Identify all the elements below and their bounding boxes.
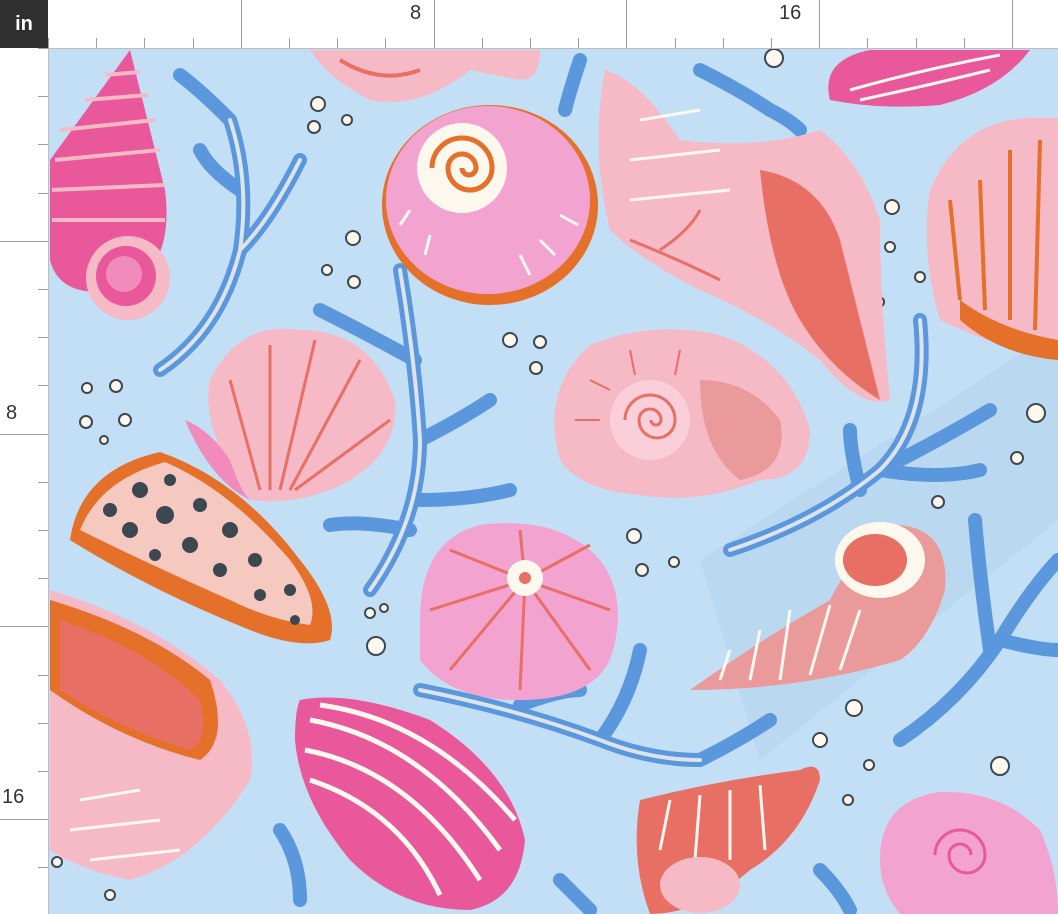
ruler-tick	[48, 38, 49, 48]
ruler-tick	[193, 38, 194, 48]
ruler-tick	[38, 578, 48, 579]
ruler-tick	[482, 38, 483, 48]
ruler-tick	[723, 38, 724, 48]
ruler-tick	[38, 337, 48, 338]
ruler-tick	[434, 0, 435, 48]
ruler-tick	[38, 144, 48, 145]
ruler-tick	[0, 434, 48, 435]
ruler-tick	[964, 38, 965, 48]
sea-urchin-icon	[420, 523, 618, 700]
ruler-tick	[385, 38, 386, 48]
seashell-pattern	[49, 49, 1058, 914]
ruler-tick	[38, 482, 48, 483]
ruler-tick	[38, 48, 48, 49]
fabric-pattern-canvas	[49, 49, 1058, 914]
ruler-tick	[38, 867, 48, 868]
ruler-tick	[626, 0, 627, 48]
ruler-tick	[771, 38, 772, 48]
ruler-tick	[0, 626, 48, 627]
top-ruler-label-16: 16	[779, 2, 802, 24]
ruler-tick	[38, 675, 48, 676]
ruler-tick	[38, 723, 48, 724]
left-ruler: 8 16	[0, 48, 49, 914]
ruler-tick	[819, 0, 820, 48]
ruler-tick	[38, 530, 48, 531]
spiral-shell-icon	[382, 105, 598, 305]
top-ruler-label-8: 8	[410, 2, 422, 24]
top-ruler: 8 16	[48, 0, 1058, 49]
ruler-tick	[867, 38, 868, 48]
ruler-tick	[38, 289, 48, 290]
ruler-tick	[675, 38, 676, 48]
ruler-tick	[38, 771, 48, 772]
ruler-tick	[578, 38, 579, 48]
ruler-tick	[337, 38, 338, 48]
ruler-tick	[241, 0, 242, 48]
ruler-tick	[916, 38, 917, 48]
ruler-tick	[0, 819, 48, 820]
ruler-tick	[289, 38, 290, 48]
left-ruler-label-8: 8	[6, 402, 18, 424]
ruler-tick	[0, 241, 48, 242]
ruler-tick	[144, 38, 145, 48]
ruler-tick	[96, 38, 97, 48]
unit-label: in	[0, 0, 48, 48]
left-ruler-label-16: 16	[2, 786, 25, 808]
ruler-tick	[38, 385, 48, 386]
ruler-tick	[38, 96, 48, 97]
ruler-tick	[38, 193, 48, 194]
ruler-tick	[530, 38, 531, 48]
ruler-tick	[1012, 0, 1013, 48]
